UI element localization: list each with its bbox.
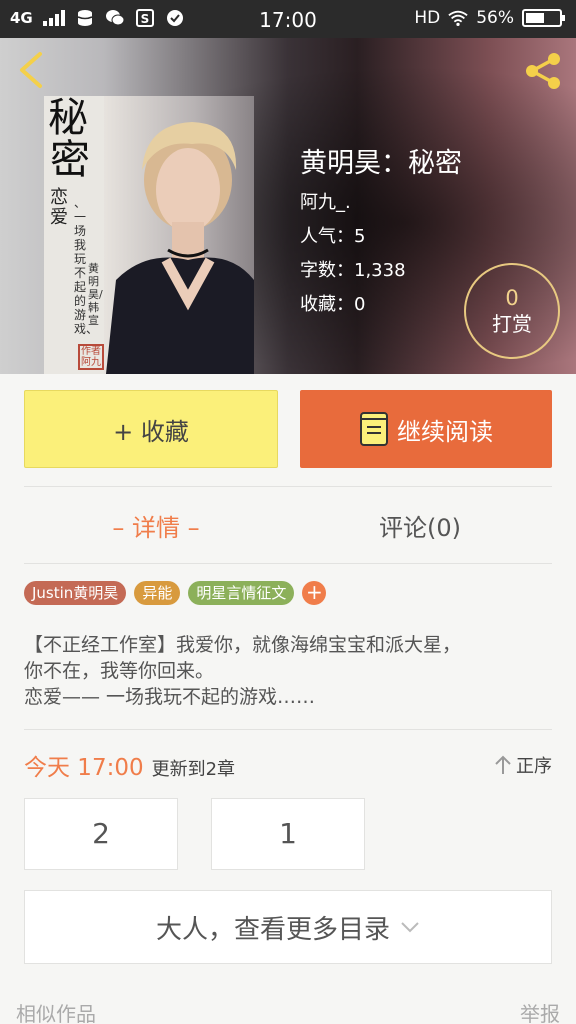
book-favorites: 收藏：0 <box>300 294 366 315</box>
book-description: 【不正经工作室】我爱你，就像海绵宝宝和派大星， 你不在，我等你回来。 恋爱—— … <box>24 632 552 710</box>
wifi-icon <box>448 8 468 28</box>
add-tag-button[interactable]: + <box>302 581 327 605</box>
battery-percent: 56% <box>476 8 514 28</box>
chapter-item[interactable]: 1 <box>211 798 365 870</box>
hd-label: HD <box>414 8 441 28</box>
tag-list: Justin黄明昊 异能 明星言情征文 + <box>24 581 327 605</box>
book-popularity: 人气：5 <box>300 226 366 247</box>
book-word-count: 字数：1,338 <box>300 260 406 281</box>
description-line: 你不在，我等你回来。 <box>24 660 215 682</box>
favorite-button[interactable]: + 收藏 <box>24 390 278 468</box>
similar-works-heading: 相似作品 <box>16 1002 96 1024</box>
divider <box>24 563 552 564</box>
book-cover[interactable]: 秘 密 恋爱 、一场我玩不起的游戏、 黄明昊/韩宣 作者阿九 <box>44 96 254 374</box>
tab-detail[interactable]: – 详情 – <box>24 508 288 543</box>
status-bar: 4G S 17:00 HD 56% <box>0 0 576 38</box>
more-catalog-button[interactable]: 大人，查看更多目录 <box>24 890 552 964</box>
cover-title-2: 密 <box>50 137 90 183</box>
book-author[interactable]: 阿九_. <box>300 186 462 220</box>
continue-reading-label: 继续阅读 <box>397 417 493 446</box>
sort-button[interactable]: 正序 <box>494 752 552 778</box>
cover-title-1: 秘 <box>48 96 88 141</box>
book-title: 黄明昊：秘密 <box>300 148 462 179</box>
tab-comment[interactable]: 评论(0) <box>288 508 552 543</box>
update-text: 更新到2章 <box>151 759 236 780</box>
battery-icon <box>522 9 565 27</box>
book-info: 黄明昊：秘密 阿九_. 人气：5 字数：1,338 收藏：0 <box>300 146 462 322</box>
cover-subtitle: 恋爱 <box>50 187 68 228</box>
book-header: 秘 密 恋爱 、一场我玩不起的游戏、 黄明昊/韩宣 作者阿九 黄明昊：秘密 阿九… <box>0 38 576 374</box>
cover-author-stamp: 作者阿九 <box>78 344 104 370</box>
cover-figure <box>106 122 254 374</box>
arrow-up-icon <box>495 755 511 774</box>
tip-button[interactable]: 0 打赏 <box>464 263 560 359</box>
cover-names: 黄明昊/韩宣 <box>88 262 103 327</box>
share-button[interactable] <box>520 48 566 94</box>
tag-item[interactable]: Justin黄明昊 <box>24 581 127 605</box>
back-button[interactable] <box>14 50 50 90</box>
favorite-button-label: + 收藏 <box>113 417 189 446</box>
divider <box>24 729 552 730</box>
chapter-item[interactable]: 2 <box>24 798 178 870</box>
description-line: 【不正经工作室】我爱你，就像海绵宝宝和派大星， <box>24 634 462 656</box>
more-catalog-label: 大人，查看更多目录 <box>155 914 390 945</box>
battery-fill <box>526 13 544 23</box>
divider <box>24 486 552 487</box>
update-info: 今天 17:00 更新到2章 <box>24 748 235 782</box>
share-icon <box>526 53 560 89</box>
chevron-left-icon <box>20 52 42 88</box>
tag-item[interactable]: 明星言情征文 <box>188 581 295 605</box>
report-link[interactable]: 举报 <box>520 998 560 1024</box>
status-right: HD 56% <box>414 8 565 28</box>
continue-reading-button[interactable]: 继续阅读 <box>300 390 552 468</box>
tag-item[interactable]: 异能 <box>134 581 181 605</box>
update-time: 今天 17:00 <box>24 755 144 781</box>
chevron-down-icon <box>401 922 419 933</box>
cover-tagline: 、一场我玩不起的游戏、 <box>74 196 99 336</box>
book-icon <box>360 412 388 446</box>
tip-label: 打赏 <box>492 312 532 336</box>
description-line: 恋爱—— 一场我玩不起的游戏…… <box>24 686 316 708</box>
sort-label: 正序 <box>516 756 552 777</box>
tip-count: 0 <box>505 286 519 310</box>
